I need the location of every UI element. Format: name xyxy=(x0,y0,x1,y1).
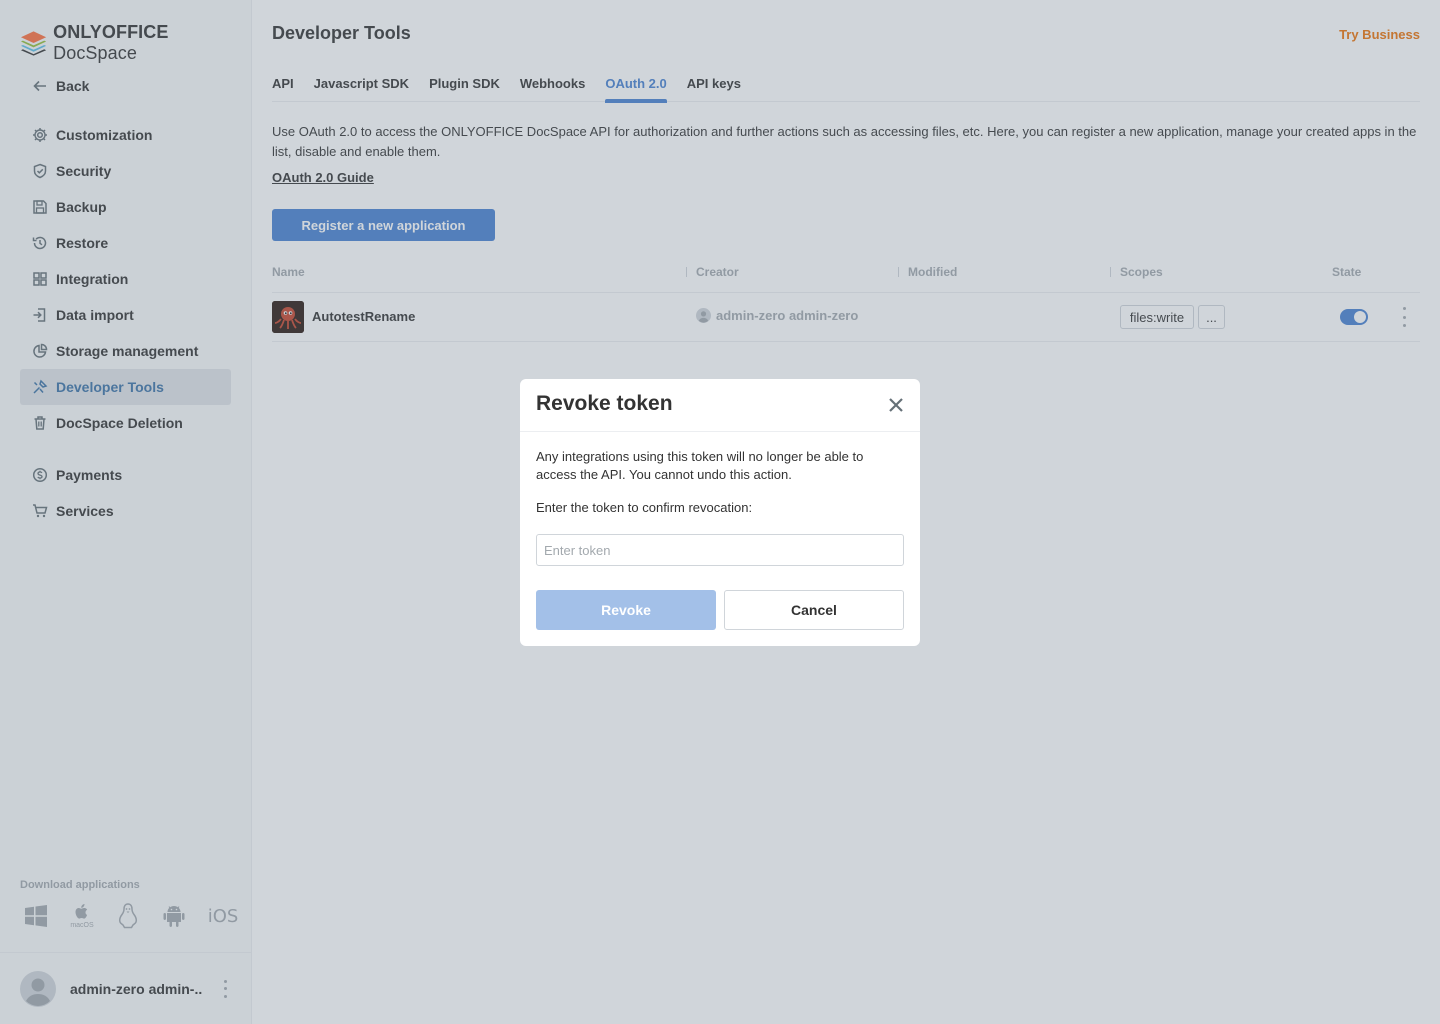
revoke-button[interactable]: Revoke xyxy=(536,590,716,630)
token-input[interactable] xyxy=(536,534,904,566)
cancel-button[interactable]: Cancel xyxy=(724,590,904,630)
close-button[interactable] xyxy=(886,395,906,415)
dialog-header: Revoke token xyxy=(520,379,920,432)
token-input-label: Enter the token to confirm revocation: xyxy=(536,500,753,515)
dialog-title: Revoke token xyxy=(536,392,673,415)
dialog-warning-text: Any integrations using this token will n… xyxy=(536,449,864,482)
revoke-token-dialog: Revoke token Any integrations using this… xyxy=(520,379,920,646)
close-icon xyxy=(889,398,903,412)
